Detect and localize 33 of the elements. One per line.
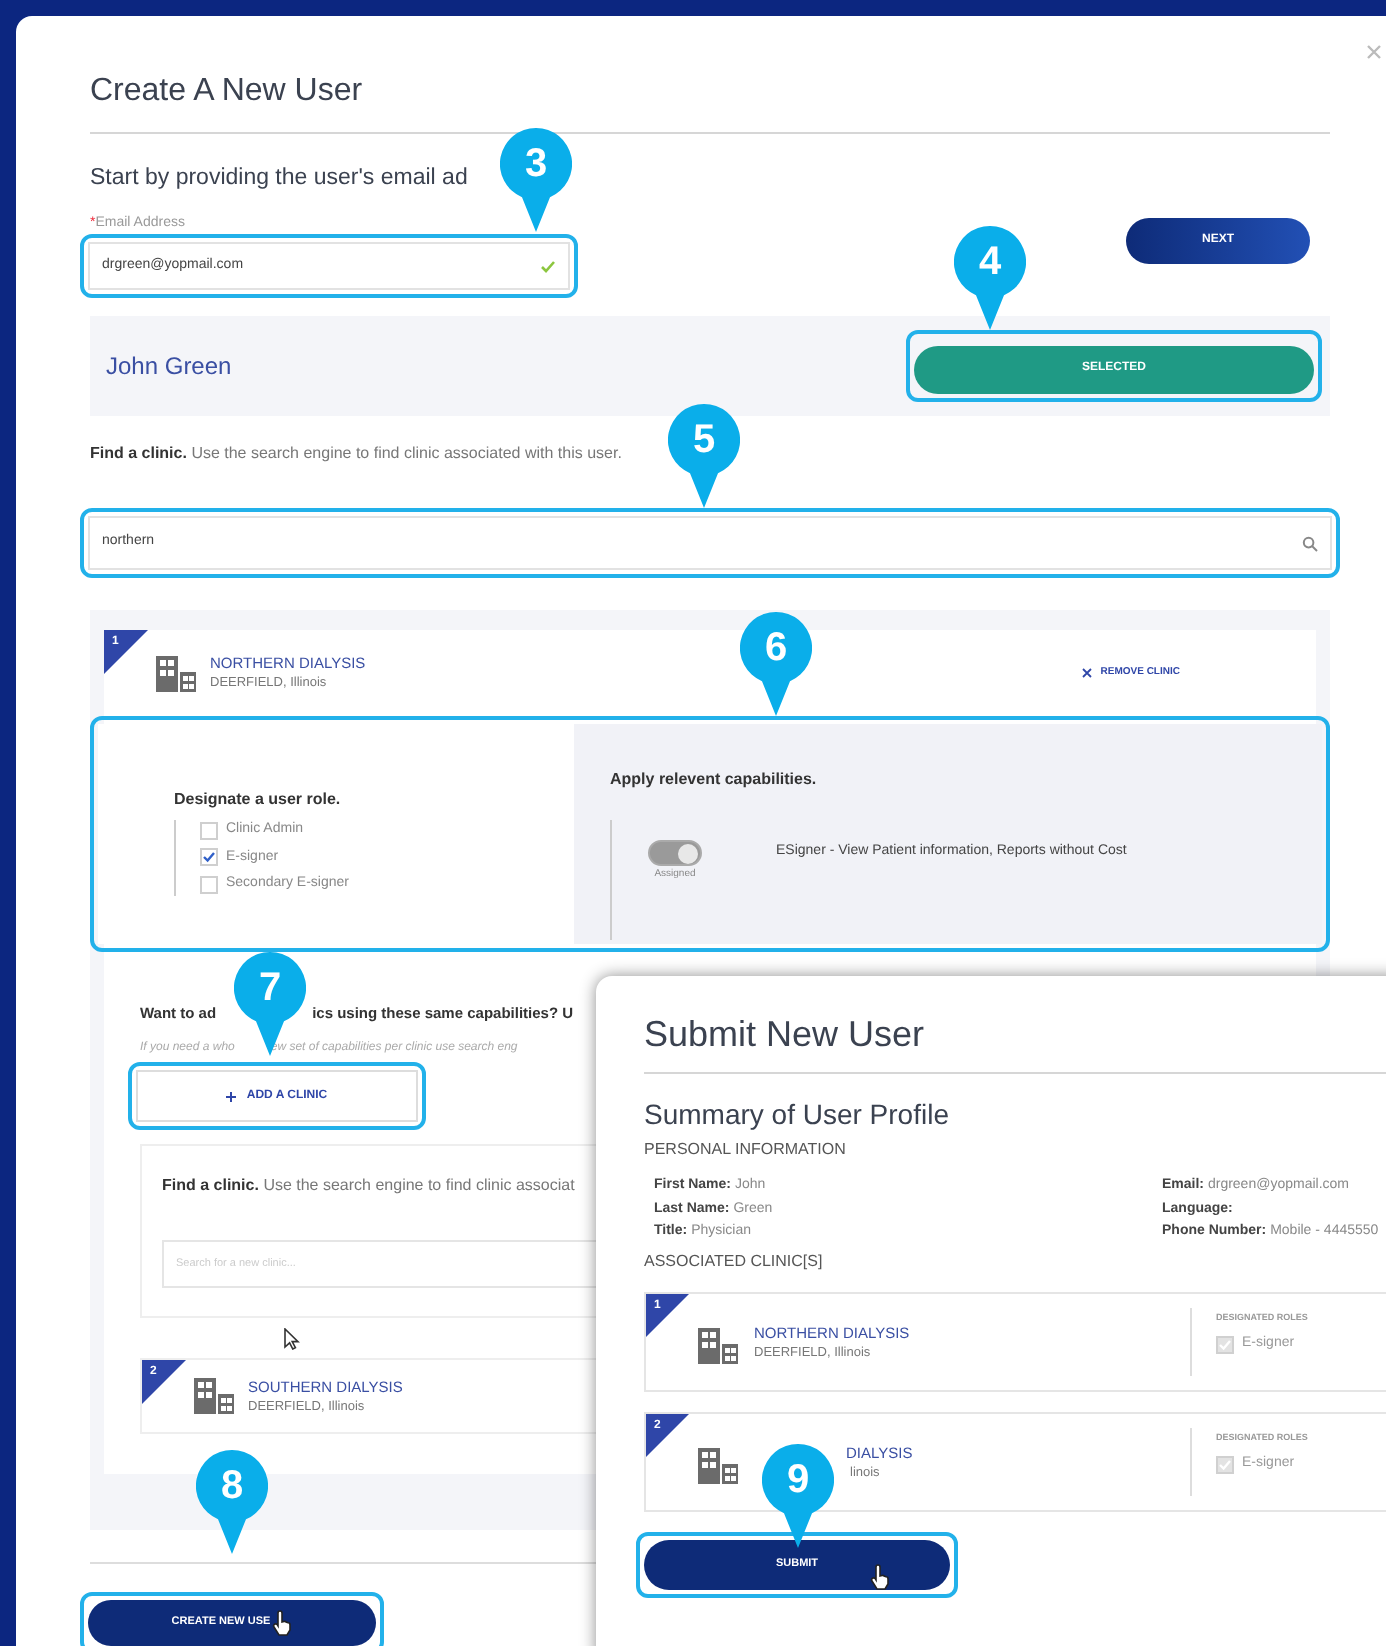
search-instructions: Find a clinic. Use the search engine to find clinic associated with this user. [90,444,622,464]
building-icon [698,1447,738,1483]
checkbox[interactable] [200,848,218,867]
capabilities-heading: Apply relevent capabilities. [610,768,817,792]
check-icon [540,259,556,273]
callout-badge: 3 [500,128,572,232]
section-heading: ASSOCIATED CLINIC[S] [644,1249,823,1273]
search-instructions: Find a clinic. Use the search engine to find clinic associat [162,1174,575,1198]
callout-badge: 8 [196,1450,268,1554]
building-icon [194,1378,234,1414]
dialog-title: Create A New User [90,72,365,112]
checkbox[interactable] [200,821,218,840]
hand-cursor-icon [272,1610,293,1636]
pointer-cursor-icon [284,1328,300,1350]
callout-badge: 9 [762,1444,834,1548]
user-name: John Green [106,350,232,384]
callout-badge: 6 [740,612,812,716]
callout-badge: 4 [954,226,1026,330]
section-heading: PERSONAL INFORMATION [644,1138,846,1162]
role-heading: Designate a user role. [174,788,341,812]
hand-cursor-icon [870,1563,890,1589]
plus-icon [226,1091,237,1101]
checkbox[interactable] [200,875,218,894]
toggle-switch[interactable] [648,840,702,866]
callout-badge: 5 [668,404,740,508]
search-icon [1302,535,1318,551]
close-icon [1082,668,1093,678]
building-icon [698,1327,738,1363]
email-prompt: Start by providing the user's email ad [90,164,468,194]
summary-heading: Summary of User Profile [644,1098,949,1132]
close-icon[interactable] [1366,44,1382,60]
dialog-title: Submit New User [644,1012,925,1056]
building-icon [156,655,196,691]
